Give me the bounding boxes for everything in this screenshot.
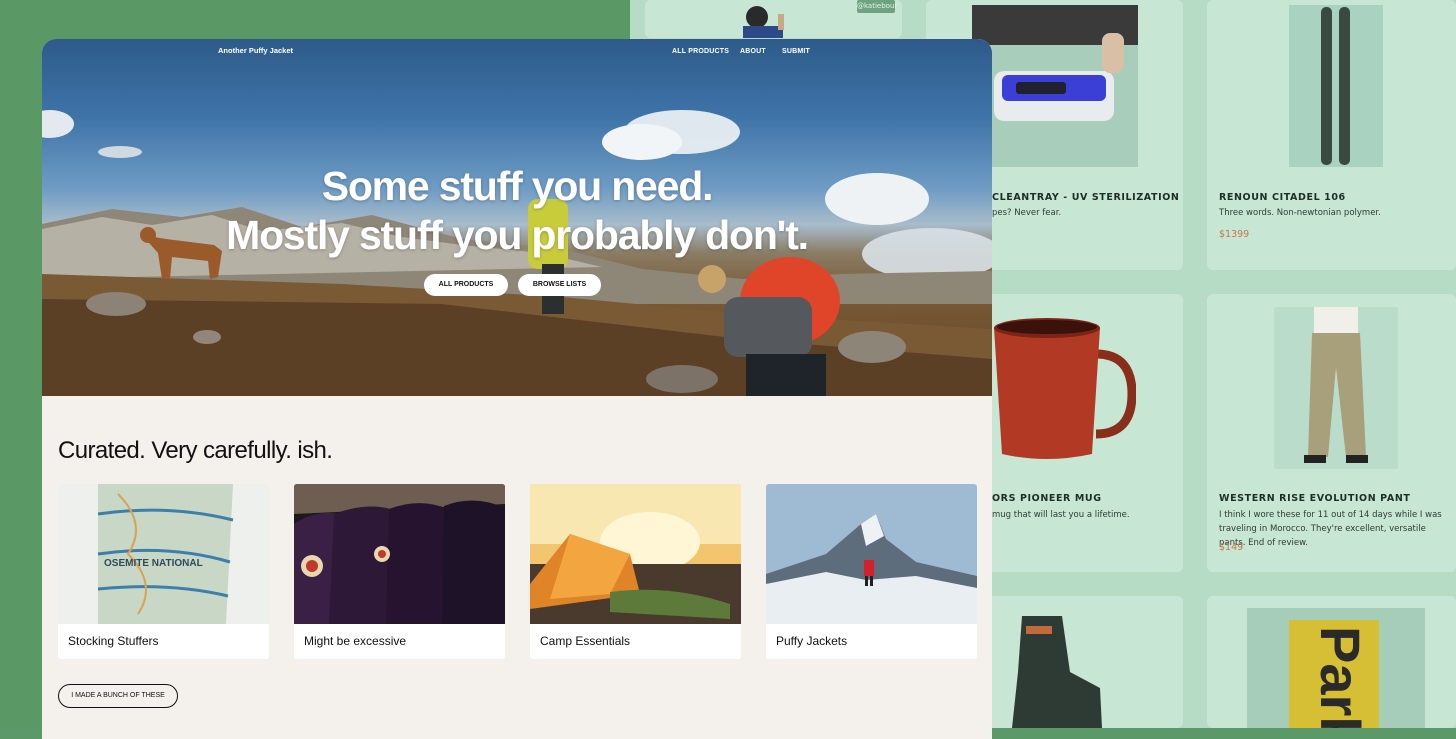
list-label: Camp Essentials <box>540 634 631 648</box>
product-name: WESTERN RISE EVOLUTION PANT <box>1219 493 1411 504</box>
uv-pod-image <box>972 5 1138 167</box>
list-card-puffy-jackets[interactable]: Puffy Jackets <box>766 484 977 659</box>
hero-headline-2: Mostly stuff you probably don't. <box>226 212 809 258</box>
tent-sunset-image <box>530 484 741 624</box>
list-label: Stocking Stuffers <box>68 634 159 648</box>
site-window: Another Puffy Jacket ALL PRODUCTS ABOUT … <box>42 39 992 739</box>
product-card-book[interactable]: Park <box>1207 596 1456 728</box>
more-lists-button[interactable]: I MADE A BUNCH OF THESE <box>58 684 178 708</box>
neck-gaiter-image: OSEMITE NATIONAL <box>58 484 269 624</box>
product-desc: Three words. Non-newtonian polymer. <box>1219 208 1381 218</box>
matterhorn-image <box>766 484 977 624</box>
ski-image <box>1289 5 1383 167</box>
hero-all-products-button[interactable]: ALL PRODUCTS <box>424 274 508 296</box>
product-name: CLEANTRAY - UV STERILIZATION POD <box>992 192 1183 203</box>
hero-headline-1: Some stuff you need. <box>321 163 714 209</box>
site-logo[interactable]: Another Puffy Jacket <box>218 46 293 55</box>
product-desc: I think I wore these for 11 out of 14 da… <box>1219 510 1442 548</box>
nav-submit[interactable]: SUBMIT <box>782 48 810 55</box>
book-title: Park <box>1309 626 1372 728</box>
product-desc: mug that will last you a lifetime. <box>992 510 1130 520</box>
parka-rack-image <box>294 484 505 624</box>
list-card-might-be-excessive[interactable]: Might be excessive <box>294 484 505 659</box>
browse-lists-button[interactable]: BROWSE LISTS <box>518 274 601 296</box>
nav-all-products[interactable]: ALL PRODUCTS <box>672 48 729 55</box>
product-price: $1399 <box>1219 229 1250 240</box>
product-card-renoun[interactable]: RENOUN CITADEL 106 Three words. Non-newt… <box>1207 0 1456 270</box>
list-card-stocking-stuffers[interactable]: OSEMITE NATIONAL Stocking Stuffers <box>58 484 269 659</box>
svg-text:OSEMITE NATIONAL: OSEMITE NATIONAL <box>104 558 203 569</box>
curated-heading: Curated. Very carefully. ish. <box>58 437 333 464</box>
mug-image <box>994 318 1136 459</box>
list-label: Puffy Jackets <box>776 634 848 648</box>
product-price: $149 <box>1219 542 1244 553</box>
list-card-camp-essentials[interactable]: Camp Essentials <box>530 484 741 659</box>
product-name: RENOUN CITADEL 106 <box>1219 192 1346 203</box>
ski-boot-image <box>1012 616 1102 728</box>
product-name: ORS PIONEER MUG <box>992 493 1102 504</box>
nav-about[interactable]: ABOUT <box>740 48 766 55</box>
list-label: Might be excessive <box>304 634 407 648</box>
hero-banner: Another Puffy Jacket ALL PRODUCTS ABOUT … <box>42 39 992 396</box>
author-handle: @katiebour <box>857 0 897 13</box>
product-desc: pes? Never fear. <box>992 208 1062 218</box>
pants-image <box>1274 307 1398 469</box>
product-card-western-rise[interactable]: WESTERN RISE EVOLUTION PANT I think I wo… <box>1207 294 1456 572</box>
